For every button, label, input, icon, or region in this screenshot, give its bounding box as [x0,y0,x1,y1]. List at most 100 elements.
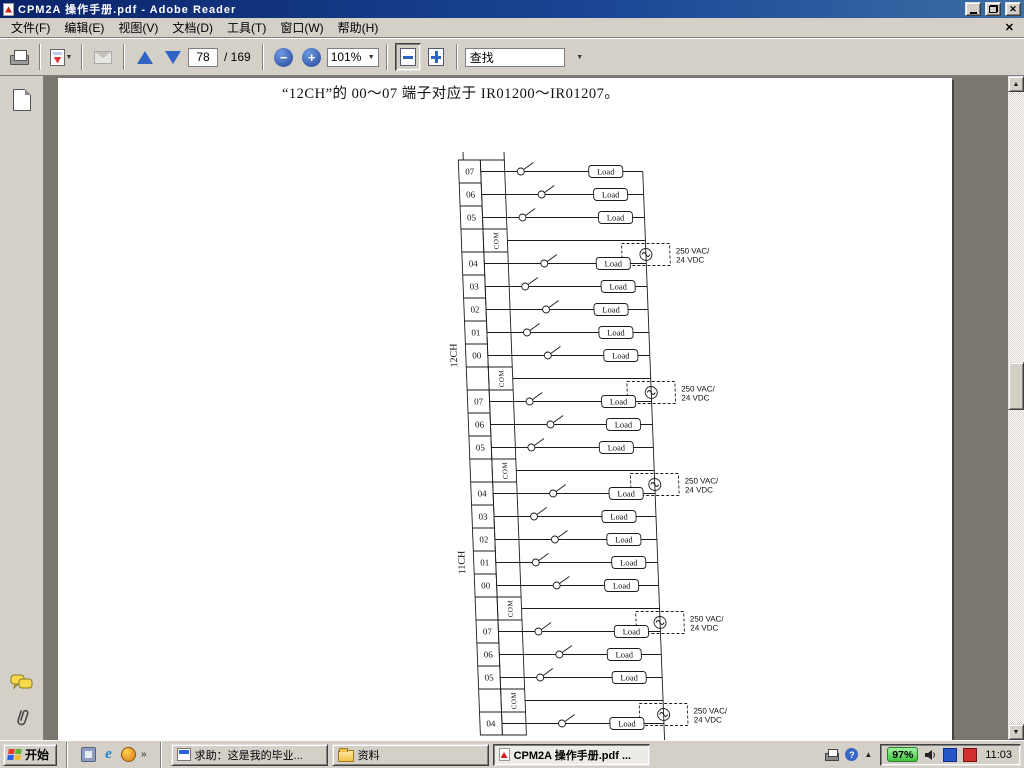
zoom-level-value: 101% [331,50,365,64]
minimize-icon [970,12,977,14]
navigation-sidebar [0,76,44,740]
relay-contact [558,720,565,727]
voltage-label: 250 VAC/ [681,385,716,394]
com-terminal-label: COM [501,462,510,480]
system-tray: 97% 11:03 [880,744,1021,766]
toolbar-separator [456,44,458,70]
previous-page-button[interactable] [132,43,158,71]
email-button[interactable] [90,43,116,71]
printer-status-icon[interactable] [825,749,839,760]
scroll-up-button[interactable]: ▲ [1008,76,1024,92]
taskbar-task-folder[interactable]: 资料 [332,744,489,766]
voltage-label: 24 VDC [676,256,705,265]
page-heading-text: “12CH”的 00～07 端子对应于 IR01200～IR01207。 [282,82,619,103]
load-label: Load [607,328,626,338]
close-button[interactable]: ✕ [1005,2,1021,16]
relay-contact [542,306,549,313]
zoom-in-icon: + [302,48,321,67]
voltage-label: 250 VAC/ [690,615,725,624]
folder-icon [338,750,354,762]
vertical-scrollbar[interactable]: ▲ ▼ [1008,76,1024,740]
restore-button[interactable] [985,2,1001,16]
fit-width-button[interactable] [395,43,421,71]
menu-tools[interactable]: 工具(T) [220,17,273,38]
comments-panel-tab[interactable] [9,668,35,696]
minimize-button[interactable] [965,2,981,16]
collapse-chevron-icon[interactable]: ▲ [864,750,872,759]
scrollbar-thumb[interactable] [1008,362,1024,410]
start-button[interactable]: 开始 [3,744,57,766]
toolbar-separator [39,44,41,70]
menu-window[interactable]: 窗口(W) [273,17,330,38]
fit-page-button[interactable] [423,43,449,71]
channel-label: 11CH [456,551,468,575]
email-icon [94,51,112,64]
attachments-panel-tab[interactable] [9,704,35,732]
relay-contact [522,283,529,290]
taskbar-separator [160,742,162,768]
print-button[interactable] [6,43,32,71]
load-label: Load [617,489,636,499]
scroll-up-icon: ▲ [1013,81,1020,88]
terminal-number-label: 05 [484,673,494,683]
zoom-level-select[interactable]: 101% ▼ [327,48,379,67]
find-options-button[interactable]: ▼ [567,43,593,71]
relay-contact [538,191,545,198]
menu-help[interactable]: 帮助(H) [331,17,386,38]
battery-indicator[interactable]: 97% [887,747,918,762]
terminal-number-label: 07 [465,167,475,177]
pages-icon [13,89,31,111]
document-pane[interactable]: “12CH”的 00～07 端子对应于 IR01200～IR01207。 07 L… [44,76,1008,740]
next-page-button[interactable] [160,43,186,71]
scrollbar-track[interactable] [1008,92,1024,724]
load-label: Load [607,213,626,223]
media-player-icon[interactable] [121,747,136,762]
zoom-in-button[interactable]: + [299,43,325,71]
webpage-icon [177,748,191,761]
pages-panel-tab[interactable] [9,86,35,114]
menu-edit[interactable]: 编辑(E) [57,17,111,38]
terminal-number-label: 06 [475,420,485,430]
volume-icon[interactable] [924,749,937,761]
comments-icon [10,673,34,691]
taskbar-tools: ? ▲ [821,748,876,761]
toolbar-separator [123,44,125,70]
terminal-number-label: 03 [469,282,479,292]
channel-label: 12CH [448,344,460,368]
voltage-label: 250 VAC/ [676,247,711,256]
relay-contact [517,168,524,175]
com-terminal-label: COM [492,232,501,250]
terminal-number-label: 07 [483,627,493,637]
com-terminal-label: COM [497,370,506,388]
taskbar-task-pdf[interactable]: CPM2A 操作手册.pdf ... [493,744,650,766]
scroll-down-button[interactable]: ▼ [1008,724,1024,740]
paperclip-icon [12,707,32,729]
com-terminal-label: COM [510,692,519,710]
restore-icon [989,5,998,13]
zoom-out-button[interactable]: − [271,43,297,71]
menu-file[interactable]: 文件(F) [4,17,57,38]
menu-view[interactable]: 视图(V) [111,17,165,38]
pdf-file-icon [499,748,510,761]
find-input[interactable]: 查找 [465,48,565,67]
page-number-input[interactable] [188,48,218,67]
save-copy-button[interactable]: ▼ [48,43,74,71]
voltage-label: 24 VDC [681,394,710,403]
taskbar-task-webpage[interactable]: 求助：这是我的毕业... [171,744,328,766]
show-desktop-icon[interactable] [81,747,96,762]
input-method-icon[interactable] [943,748,957,762]
window-title: CPM2A 操作手册.pdf - Adobe Reader [18,1,961,17]
task-label: 求助：这是我的毕业... [195,747,303,763]
help-indicator-icon[interactable]: ? [845,748,858,761]
menu-document[interactable]: 文档(D) [165,17,220,38]
internet-explorer-icon[interactable]: e [101,747,116,762]
language-indicator-icon[interactable] [963,748,977,762]
clock[interactable]: 11:03 [985,749,1012,761]
screen: CPM2A 操作手册.pdf - Adobe Reader ✕ 文件(F) 编辑… [0,0,1024,768]
overflow-chevron-icon[interactable]: » [141,749,147,760]
voltage-label: 24 VDC [694,716,723,725]
load-label: Load [610,512,629,522]
terminal-number-label: 07 [474,397,484,407]
document-close-button[interactable]: ✕ [999,21,1020,34]
terminal-number-label: 06 [466,190,476,200]
